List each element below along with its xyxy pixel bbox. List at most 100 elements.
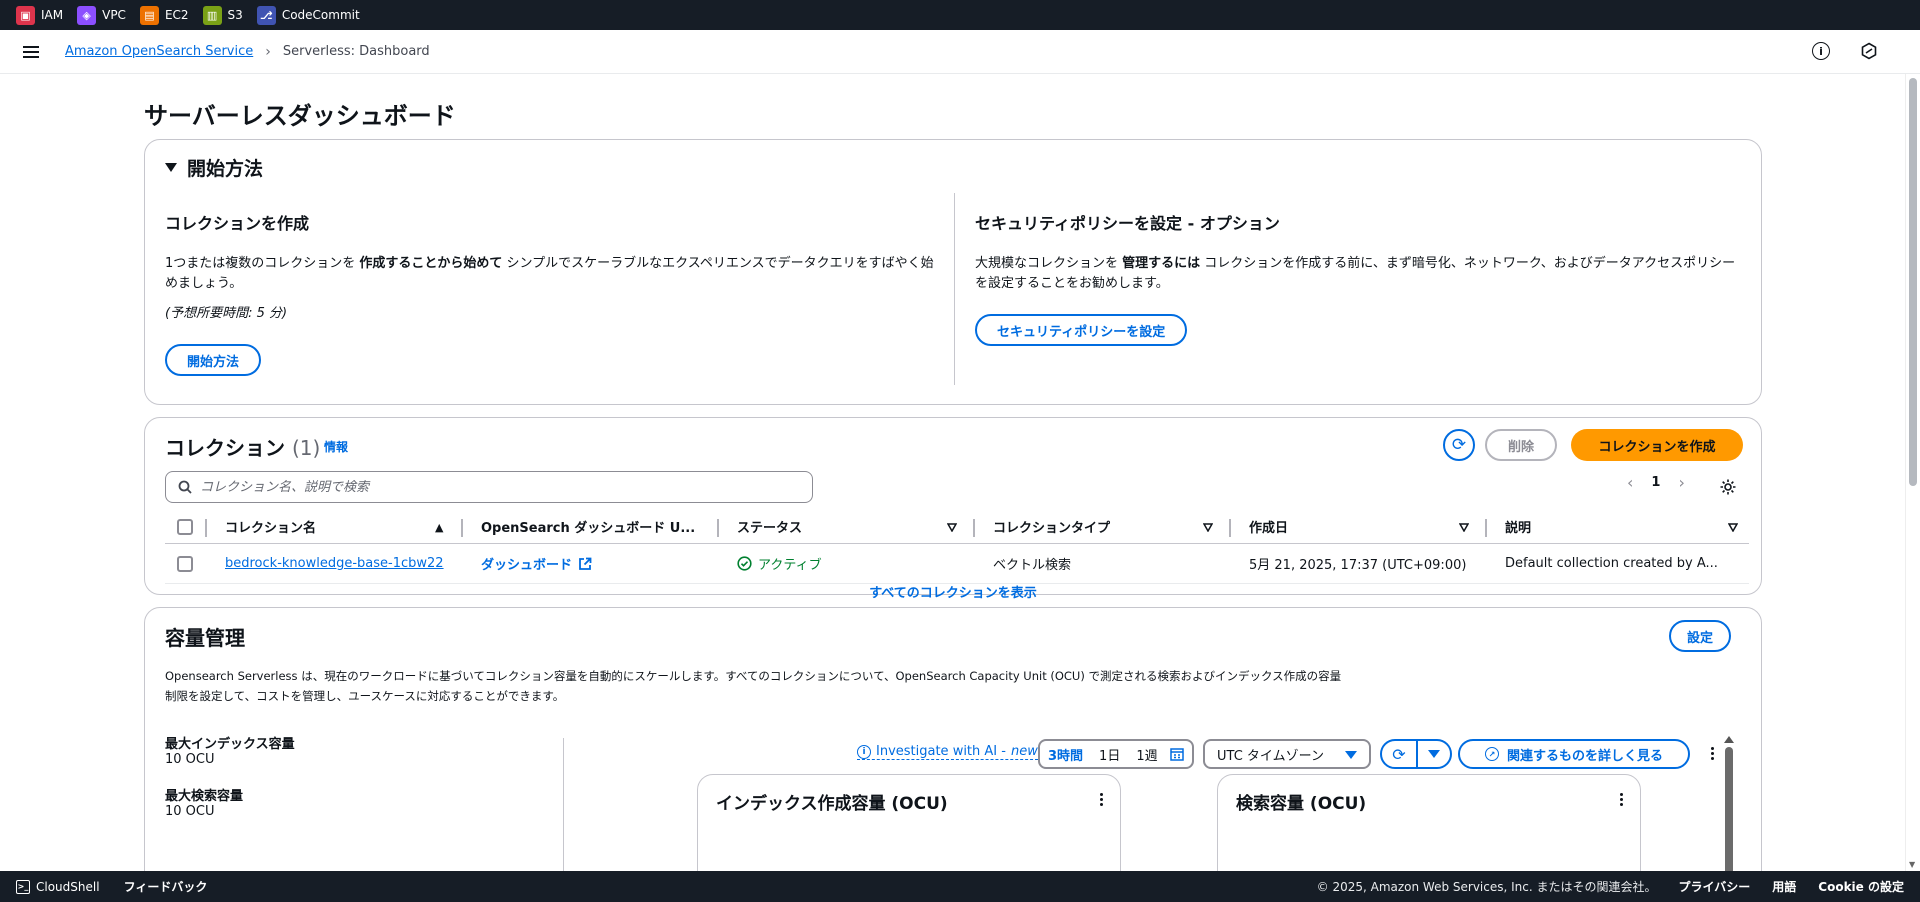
search-input[interactable]: [200, 479, 780, 495]
dashboard-link-label: ダッシュボード: [481, 558, 573, 573]
service-shortcut-s3[interactable]: ▥ S3: [202, 5, 243, 25]
cloudshell-label: CloudShell: [36, 879, 100, 894]
refresh-button[interactable]: ⟳: [1443, 429, 1475, 461]
scroll-up-icon[interactable]: [1724, 736, 1734, 743]
main-content: サーバーレスダッシュボード 開始方法 コレクションを作成 1つまたは複数のコレク…: [0, 74, 1905, 871]
search-field[interactable]: [165, 471, 813, 503]
explore-related-button[interactable]: ↗ 関連するものを詳しく見る: [1458, 739, 1690, 769]
refresh-split-button: ⟳: [1380, 739, 1452, 769]
max-index-capacity: 最大インデックス容量 10 OCU: [165, 733, 295, 767]
column-header-description[interactable]: 説明: [1505, 510, 1705, 543]
service-shortcut-iam[interactable]: ▣ IAM: [16, 5, 63, 25]
info-icon: i: [857, 744, 871, 759]
navigation-bar: Amazon OpenSearch Service › Serverless: …: [0, 30, 1920, 74]
calendar-icon[interactable]: [1166, 741, 1188, 767]
getting-started-panel: 開始方法 コレクションを作成 1つまたは複数のコレクションを 作成することから始…: [144, 139, 1762, 405]
indexing-capacity-title: インデックス作成容量 (OCU): [716, 794, 948, 814]
select-all-checkbox[interactable]: [177, 518, 193, 535]
scroll-thumb[interactable]: [1725, 747, 1733, 871]
search-capacity-title: 検索容量 (OCU): [1236, 794, 1367, 814]
service-shortcut-codecommit[interactable]: ⎇ CodeCommit: [256, 5, 360, 25]
chevron-left-icon[interactable]: ‹: [1627, 473, 1633, 492]
sort-icon[interactable]: [1459, 523, 1469, 532]
column-header-created[interactable]: 作成日: [1249, 510, 1449, 543]
timezone-select[interactable]: UTC タイムゾーン: [1203, 739, 1371, 769]
estimated-time: (予想所要時間: 5 分): [165, 306, 288, 321]
capacity-settings-button[interactable]: 設定: [1669, 620, 1732, 652]
investigate-ai-label: Investigate with AI -: [876, 744, 1006, 759]
table-header: コレクション名 ▲ OpenSearch ダッシュボード U... ステータス …: [165, 510, 1749, 544]
cookie-settings-link[interactable]: Cookie の設定: [1818, 878, 1904, 895]
capacity-panel: 容量管理 設定 Opensearch Serverless は、現在のワークロー…: [144, 607, 1762, 871]
gear-icon[interactable]: [1719, 478, 1737, 496]
copyright: © 2025, Amazon Web Services, Inc. またはその関…: [1316, 880, 1657, 894]
console-footer: >_ CloudShell フィードバック © 2025, Amazon Web…: [0, 871, 1920, 902]
sort-icon[interactable]: [1728, 523, 1738, 532]
new-badge: new: [1010, 744, 1038, 759]
collection-description: Default collection created by A...: [1505, 556, 1718, 571]
column-header-name[interactable]: コレクション名: [225, 510, 425, 543]
show-all-collections-link[interactable]: すべてのコレクションを表示: [145, 582, 1761, 601]
breadcrumb-service-link[interactable]: Amazon OpenSearch Service: [65, 44, 253, 59]
cloudshell-button[interactable]: >_ CloudShell: [16, 879, 100, 894]
services-bar: ▣ IAM ◈ VPC ▤ EC2 ▥ S3 ⎇ CodeCommit: [0, 0, 1920, 30]
info-icon[interactable]: i: [1812, 42, 1830, 60]
page-title: サーバーレスダッシュボード: [144, 102, 456, 130]
status-label: アクティブ: [758, 558, 822, 573]
terms-link[interactable]: 用語: [1772, 878, 1796, 895]
create-collection-section: コレクションを作成 1つまたは複数のコレクションを 作成することから始めて シン…: [165, 210, 935, 376]
time-range-selector: 3時間 1日 1週: [1038, 739, 1194, 769]
collection-name-link[interactable]: bedrock-knowledge-base-1cbw22: [225, 556, 444, 571]
app-root: ▣ IAM ◈ VPC ▤ EC2 ▥ S3 ⎇ CodeCommit Amaz…: [0, 0, 1920, 902]
dashboard-link[interactable]: ダッシュボード: [481, 544, 701, 583]
scroll-thumb[interactable]: [1909, 78, 1917, 486]
more-options-icon[interactable]: [1711, 747, 1714, 760]
column-header-type[interactable]: コレクションタイプ: [993, 510, 1193, 543]
create-collection-text: 1つまたは複数のコレクションを 作成することから始めて シンプルでスケーラブルな…: [165, 256, 934, 291]
sort-icon[interactable]: [1203, 523, 1213, 532]
range-1d[interactable]: 1日: [1091, 741, 1128, 767]
caret-down-icon[interactable]: [1418, 750, 1450, 758]
service-shortcut-vpc[interactable]: ◈ VPC: [77, 5, 126, 25]
refresh-icon[interactable]: ⟳: [1382, 741, 1418, 767]
range-1w[interactable]: 1週: [1128, 741, 1165, 767]
vpc-icon: ◈: [77, 5, 97, 25]
feedback-link[interactable]: フィードバック: [124, 878, 208, 895]
sort-ascending-icon[interactable]: ▲: [435, 521, 443, 534]
page-number[interactable]: 1: [1651, 475, 1660, 490]
column-header-status[interactable]: ステータス: [737, 510, 937, 543]
ec2-icon: ▤: [139, 5, 159, 25]
delete-button: 削除: [1485, 429, 1557, 461]
security-policy-title: セキュリティポリシーを設定 - オプション: [975, 214, 1280, 233]
page-scrollbar[interactable]: ▼: [1905, 74, 1920, 871]
range-3h[interactable]: 3時間: [1040, 741, 1091, 767]
notifications-icon[interactable]: [1860, 42, 1878, 60]
sort-icon[interactable]: [947, 523, 957, 532]
getting-started-toggle[interactable]: 開始方法: [165, 154, 263, 181]
scroll-down-icon[interactable]: ▼: [1909, 860, 1915, 869]
configure-security-policy-button[interactable]: セキュリティポリシーを設定: [975, 314, 1188, 346]
privacy-link[interactable]: プライバシー: [1679, 878, 1751, 895]
menu-icon[interactable]: [23, 45, 39, 58]
collections-title: コレクション (1): [165, 436, 321, 460]
info-link[interactable]: 情報: [324, 438, 348, 455]
divider: [563, 738, 564, 871]
service-shortcut-ec2[interactable]: ▤ EC2: [139, 5, 189, 25]
max-index-label: 最大インデックス容量: [165, 737, 295, 752]
column-divider: [461, 519, 463, 537]
widget-menu-icon[interactable]: [1620, 793, 1623, 806]
capacity-title: 容量管理: [165, 626, 245, 650]
create-collection-button[interactable]: コレクションを作成: [1571, 429, 1743, 461]
compass-icon: ↗: [1484, 747, 1499, 761]
widgets-scrollbar[interactable]: [1724, 736, 1734, 871]
get-started-button[interactable]: 開始方法: [165, 344, 262, 376]
column-header-dashboard-url[interactable]: OpenSearch ダッシュボード U...: [481, 510, 701, 543]
iam-icon: ▣: [16, 5, 35, 25]
investigate-ai-link[interactable]: i Investigate with AI - new: [857, 744, 1038, 760]
status-badge: アクティブ: [737, 544, 957, 583]
chevron-right-icon[interactable]: ›: [1678, 473, 1684, 492]
widget-menu-icon[interactable]: [1100, 793, 1103, 806]
row-checkbox[interactable]: [177, 555, 193, 572]
column-divider: [205, 519, 207, 537]
column-divider: [1229, 519, 1231, 537]
